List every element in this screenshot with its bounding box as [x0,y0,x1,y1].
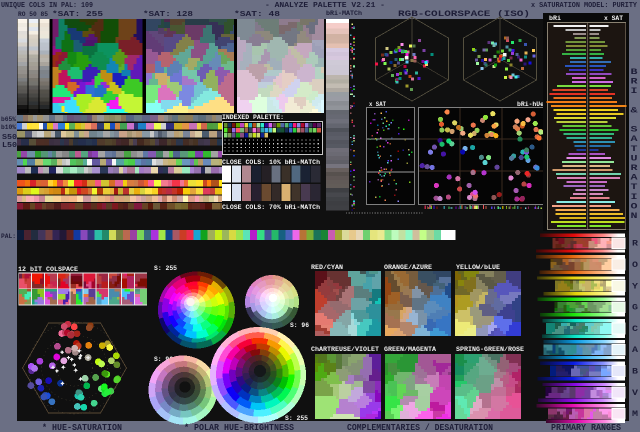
svg-text:SPRING-GREEN/ROSE: SPRING-GREEN/ROSE [456,346,524,353]
svg-text:A: A [632,346,638,355]
svg-text:A: A [631,135,638,144]
svg-text:G: G [632,304,638,313]
svg-text:INDEXED PALETTE:: INDEXED PALETTE: [222,114,284,121]
svg-text:* POLAR HUE-BRIGHTNESS: * POLAR HUE-BRIGHTNESS [184,423,295,432]
svg-text:R: R [631,78,638,87]
svg-text:A: A [631,174,638,183]
svg-text:*SAT: 48: *SAT: 48 [234,11,280,19]
svg-text:&: & [631,106,638,115]
svg-text:PAL:: PAL: [1,233,16,240]
svg-text:bRi-hUe: bRi-hUe [517,101,544,108]
svg-text:COMPLEMENTARIES / DESATURATION: COMPLEMENTARIES / DESATURATION [347,423,493,432]
svg-text:x SATURATION MODEL: PURITY: x SATURATION MODEL: PURITY [531,2,638,10]
svg-text:I: I [631,87,638,96]
svg-text:YELLOW/bLUE: YELLOW/bLUE [456,264,500,271]
svg-text:x SAT: x SAT [604,15,623,22]
svg-text:T: T [631,183,638,192]
svg-text:L50: L50 [2,142,18,150]
svg-text:B: B [631,68,638,77]
svg-text:x SAT: x SAT [369,101,386,108]
svg-text:*SAT: 255: *SAT: 255 [52,11,103,19]
svg-text:ORANGE/AZURE: ORANGE/AZURE [384,264,432,271]
svg-text:UNIQUE COLS IN PAL: 109: UNIQUE COLS IN PAL: 109 [1,2,93,10]
svg-text:b65%: b65% [1,116,16,123]
svg-text:T: T [631,145,638,154]
svg-text:S: 255: S: 255 [285,415,308,422]
svg-text:RO 50 85: RO 50 85 [18,11,48,18]
svg-text:B: B [632,368,638,377]
svg-text:M: M [632,410,638,419]
svg-text:PRIMARY RANGES: PRIMARY RANGES [551,423,622,432]
svg-text:ChARTREUSE/VIOLET: ChARTREUSE/VIOLET [311,346,379,353]
svg-text:bRi: bRi [549,15,561,22]
svg-text:R: R [631,164,638,173]
svg-text:O: O [631,202,638,211]
svg-text:*SAT: 128: *SAT: 128 [143,11,193,19]
svg-text:- ANALYZE PALETTE V2.21 -: - ANALYZE PALETTE V2.21 - [265,2,385,10]
svg-text:O: O [632,261,638,270]
svg-text:Y: Y [632,282,638,291]
svg-text:GREEN/MAGENTA: GREEN/MAGENTA [384,346,436,353]
svg-text:RED/CYAN: RED/CYAN [311,264,343,271]
svg-text:S: 255: S: 255 [154,265,177,272]
svg-text:12 bIT COLSPACE: 12 bIT COLSPACE [18,266,78,273]
svg-text:RGB-COLORSPACE (ISO): RGB-COLORSPACE (ISO) [398,10,530,19]
svg-text:I: I [631,193,638,202]
svg-text:* HUE-SATURATION: * HUE-SATURATION [42,423,122,432]
svg-text:V: V [632,389,638,398]
svg-text:R: R [632,240,638,249]
svg-text:S: 96: S: 96 [290,322,309,329]
svg-text:CLOSE COLS: 70% bRi-MATCh: CLOSE COLS: 70% bRi-MATCh [222,204,320,211]
svg-text:bRi-MATCh: bRi-MATCh [326,10,362,17]
svg-text:U: U [631,154,638,163]
svg-text:S: S [631,126,638,135]
svg-text:N: N [631,212,638,221]
svg-text:C: C [632,325,638,334]
svg-text:b10%: b10% [1,124,16,131]
svg-text:S50: S50 [2,134,18,142]
svg-text:CLOSE COLS: 10% bRi-MATCh: CLOSE COLS: 10% bRi-MATCh [222,159,320,166]
